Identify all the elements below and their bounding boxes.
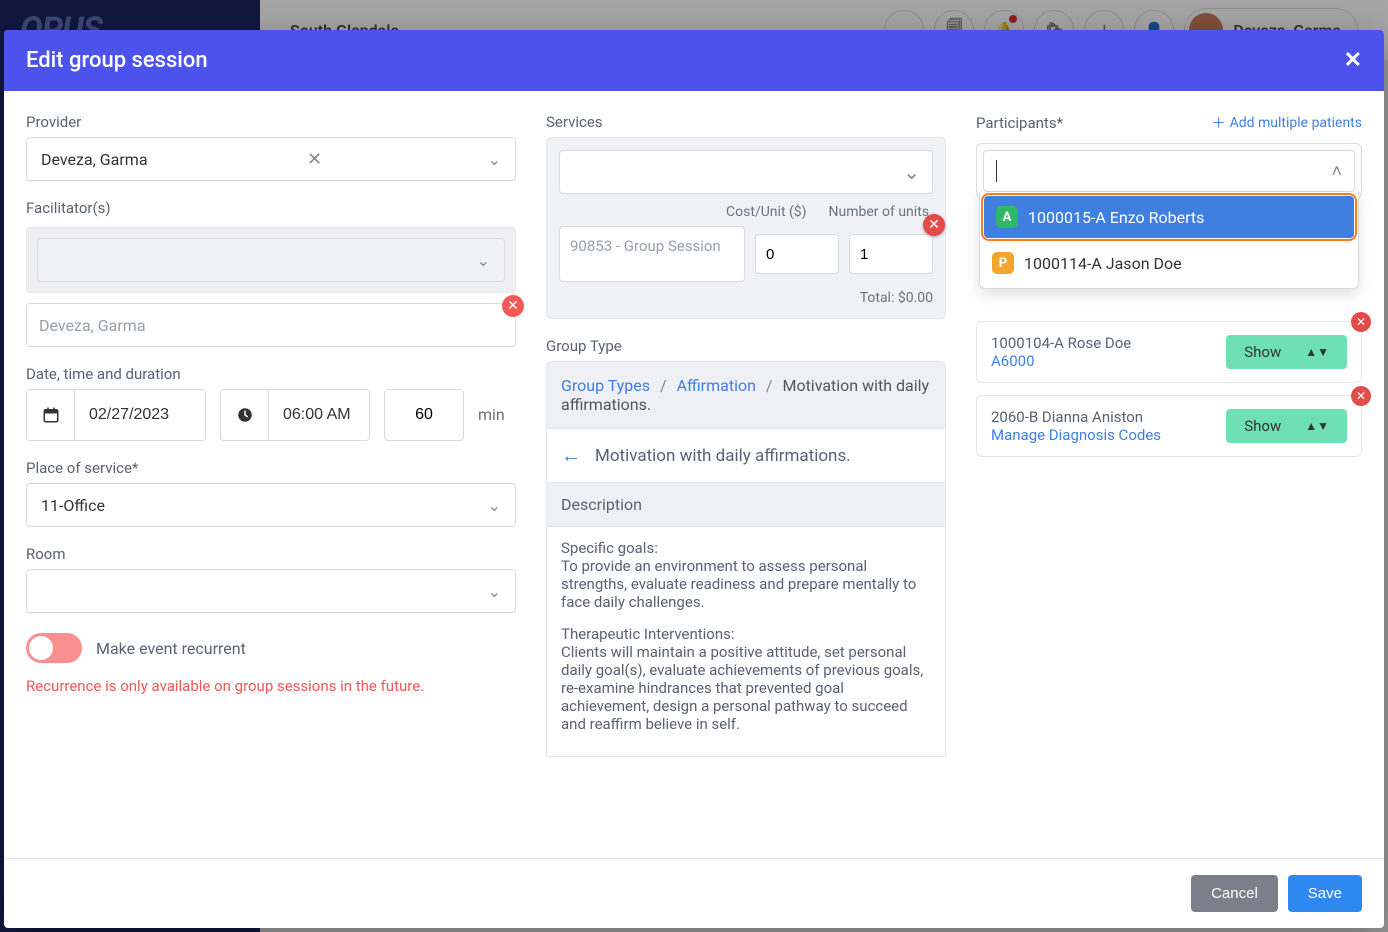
chevron-down-icon[interactable]: ⌄: [488, 496, 501, 515]
service-name: 90853 - Group Session: [559, 226, 745, 282]
show-button[interactable]: Show▲▼: [1226, 409, 1347, 443]
breadcrumb-group-types[interactable]: Group Types: [561, 376, 650, 395]
clock-icon: [221, 390, 269, 440]
modal-title: Edit group session: [26, 48, 208, 73]
recurrence-warning: Recurrence is only available on group se…: [26, 677, 516, 695]
facilitator-label: Facilitator(s): [26, 199, 516, 217]
clear-icon[interactable]: ✕: [307, 149, 322, 170]
breadcrumb: Group Types / Affirmation / Motivation w…: [546, 361, 946, 429]
remove-icon[interactable]: ✕: [502, 295, 524, 317]
participant-card: 2060-B Dianna Aniston Manage Diagnosis C…: [976, 395, 1362, 457]
save-button[interactable]: Save: [1288, 875, 1362, 912]
description-body[interactable]: Specific goals:To provide an environment…: [546, 527, 946, 757]
calendar-icon: [27, 390, 75, 440]
manage-diagnosis-link[interactable]: Manage Diagnosis Codes: [991, 426, 1214, 444]
date-input[interactable]: [26, 389, 206, 441]
participant-name: 1000104-A Rose Doe: [991, 334, 1214, 352]
dropdown-item-label: 1000114-A Jason Doe: [1024, 254, 1182, 273]
description-header: Description: [546, 483, 946, 527]
remove-participant-icon[interactable]: ✕: [1351, 312, 1371, 332]
date-field[interactable]: [75, 390, 205, 440]
participant-dropdown: A 1000015-A Enzo Roberts P 1000114-A Jas…: [979, 192, 1359, 289]
remove-participant-icon[interactable]: ✕: [1351, 386, 1371, 406]
place-label: Place of service*: [26, 459, 516, 477]
service-select[interactable]: ⌄: [559, 150, 933, 194]
services-total: Total: $0.00: [559, 290, 933, 306]
units-field[interactable]: [849, 234, 933, 274]
room-label: Room: [26, 545, 516, 563]
provider-label: Provider: [26, 113, 516, 131]
close-icon[interactable]: ✕: [1344, 48, 1362, 73]
chevron-down-icon[interactable]: ⌄: [488, 150, 501, 169]
provider-select[interactable]: Deveza, Garma ✕ ⌄: [26, 137, 516, 181]
services-label: Services: [546, 113, 946, 131]
cancel-button[interactable]: Cancel: [1191, 875, 1278, 912]
sort-icon: ▲▼: [1305, 419, 1329, 433]
dropdown-item-jason-doe[interactable]: P 1000114-A Jason Doe: [980, 242, 1358, 284]
duration-field[interactable]: [384, 389, 464, 441]
dropdown-item-label: 1000015-A Enzo Roberts: [1028, 208, 1204, 227]
recurrent-label: Make event recurrent: [96, 639, 246, 658]
group-type-label: Group Type: [546, 337, 946, 355]
time-field[interactable]: [269, 390, 369, 440]
units-header: Number of units: [829, 204, 929, 220]
chevron-down-icon[interactable]: ⌄: [488, 582, 501, 601]
chevron-up-icon[interactable]: ˄: [1331, 161, 1342, 182]
provider-value: Deveza, Garma: [41, 150, 148, 169]
chevron-down-icon[interactable]: ⌄: [477, 251, 490, 270]
text-cursor: [996, 160, 997, 182]
facilitator-select[interactable]: ⌄: [37, 238, 505, 282]
place-select[interactable]: 11-Office ⌄: [26, 483, 516, 527]
group-type-title: Motivation with daily affirmations.: [595, 446, 851, 466]
participant-card: 1000104-A Rose Doe A6000 Show▲▼ ✕: [976, 321, 1362, 383]
participant-name: 2060-B Dianna Aniston: [991, 408, 1214, 426]
place-value: 11-Office: [41, 496, 105, 515]
datetime-label: Date, time and duration: [26, 365, 516, 383]
breadcrumb-affirmation[interactable]: Affirmation: [677, 376, 756, 395]
remove-service-icon[interactable]: ✕: [923, 214, 945, 236]
sort-icon: ▲▼: [1305, 345, 1329, 359]
back-arrow-icon[interactable]: ←: [561, 443, 581, 468]
room-select[interactable]: ⌄: [26, 569, 516, 613]
plus-icon: ＋: [1212, 113, 1226, 133]
status-badge-a: A: [996, 206, 1018, 228]
cost-field[interactable]: [755, 234, 839, 274]
show-button[interactable]: Show▲▼: [1226, 335, 1347, 369]
edit-group-session-modal: Edit group session ✕ Provider Deveza, Ga…: [4, 30, 1384, 928]
participant-search-input[interactable]: [1003, 163, 1331, 180]
facilitator-chip[interactable]: Deveza, Garma ✕: [26, 303, 516, 347]
participant-search[interactable]: ˄: [983, 150, 1355, 192]
participants-label: Participants*: [976, 114, 1063, 132]
cost-header: Cost/Unit ($): [726, 204, 806, 220]
status-badge-p: P: [992, 252, 1014, 274]
facilitator-chip-label: Deveza, Garma: [39, 316, 146, 335]
participant-code-link[interactable]: A6000: [991, 352, 1214, 370]
recurrent-toggle[interactable]: [26, 633, 82, 663]
dropdown-item-enzo-roberts[interactable]: A 1000015-A Enzo Roberts: [984, 196, 1354, 238]
min-label: min: [478, 405, 505, 424]
chevron-down-icon[interactable]: ⌄: [903, 160, 920, 184]
add-multiple-patients-link[interactable]: ＋ Add multiple patients: [1212, 113, 1362, 133]
time-input[interactable]: [220, 389, 370, 441]
